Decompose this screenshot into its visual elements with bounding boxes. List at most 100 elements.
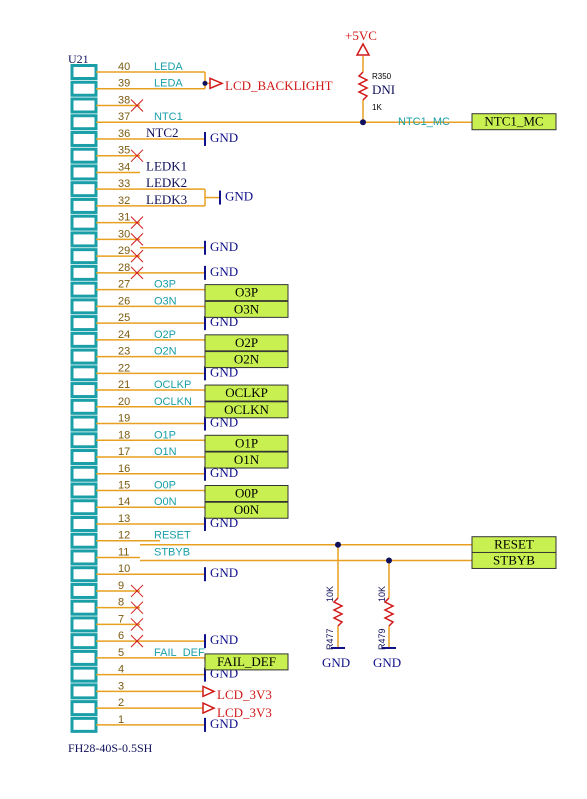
pin-name: FAIL_DEF bbox=[154, 647, 205, 659]
pin-number: 1 bbox=[118, 714, 124, 726]
connector-cell bbox=[70, 432, 98, 449]
connector-cell bbox=[70, 331, 98, 348]
pin-name: O2P bbox=[154, 329, 176, 341]
connector-cell bbox=[70, 214, 98, 231]
connector-cell bbox=[70, 515, 98, 532]
pin-name: NTC1 bbox=[154, 111, 183, 123]
r350-ref: R350 bbox=[372, 72, 392, 81]
pin-name: STBYB bbox=[154, 546, 190, 558]
connector-cell bbox=[70, 532, 98, 549]
component-ref: U21 bbox=[68, 52, 89, 66]
connector-cell bbox=[70, 465, 98, 482]
connector-cell bbox=[70, 566, 98, 583]
pin-name: NTC2 bbox=[146, 125, 179, 140]
pin-name: RESET bbox=[154, 530, 191, 542]
gnd-r477-label: GND bbox=[322, 655, 350, 670]
pin-number: 39 bbox=[118, 78, 130, 90]
lcd-3v3-label-1: LCD_3V3 bbox=[217, 687, 272, 702]
r479-value: 10K bbox=[377, 586, 387, 602]
connector-cell bbox=[70, 700, 98, 717]
r477-resistor bbox=[332, 597, 344, 627]
pin-number: 28 bbox=[118, 262, 130, 274]
port-reset-label: RESET bbox=[494, 537, 534, 552]
power-port-arrow bbox=[209, 77, 224, 90]
pin-number: 38 bbox=[118, 94, 130, 106]
pin-number: 34 bbox=[118, 161, 130, 173]
pin-number: 6 bbox=[118, 630, 124, 642]
pin-number: 7 bbox=[118, 613, 124, 625]
pin-name: O2N bbox=[154, 346, 177, 358]
r350-value: 1K bbox=[372, 103, 382, 112]
pin-number: 22 bbox=[118, 362, 130, 374]
pin-number: 5 bbox=[118, 647, 124, 659]
pin-number: 8 bbox=[118, 597, 124, 609]
lcd-3v3-label-2: LCD_3V3 bbox=[217, 705, 272, 720]
pin-number: 27 bbox=[118, 279, 130, 291]
pin-number: 35 bbox=[118, 145, 130, 157]
pin-number: 33 bbox=[118, 178, 130, 190]
pin-name: O0P bbox=[154, 480, 176, 492]
pin-number: 16 bbox=[118, 463, 130, 475]
connector-cell bbox=[70, 231, 98, 248]
connector-cell bbox=[70, 248, 98, 265]
connector-cell bbox=[70, 599, 98, 616]
pin-name: LEDA bbox=[154, 78, 183, 90]
connector-cell bbox=[70, 398, 98, 415]
pin-number: 17 bbox=[118, 446, 130, 458]
port-ntc1-mc-label: NTC1_MC bbox=[484, 114, 543, 129]
connector-cell bbox=[70, 633, 98, 650]
supply-5vc-symbol bbox=[355, 42, 371, 56]
lcd-backlight-label: LCD_BACKLIGHT bbox=[225, 78, 333, 93]
pin-number: 32 bbox=[118, 195, 130, 207]
pin-number: 21 bbox=[118, 379, 130, 391]
pin-name: O1P bbox=[154, 429, 176, 441]
port-oclkn-label: OCLKN bbox=[224, 402, 269, 417]
connector-cell bbox=[70, 549, 98, 566]
pin-name: O3P bbox=[154, 279, 176, 291]
pin-number: 40 bbox=[118, 61, 130, 73]
pin-number: 15 bbox=[118, 480, 130, 492]
r479-ref: R479 bbox=[377, 628, 387, 650]
pin-name: LEDK3 bbox=[146, 192, 187, 207]
connector-cell bbox=[70, 365, 98, 382]
port-o2p-label: O2P bbox=[235, 335, 258, 350]
pin-number: 3 bbox=[118, 680, 124, 692]
connector-cell bbox=[70, 64, 98, 80]
connector-cell bbox=[70, 582, 98, 599]
net-ntc1-mc-label: NTC1_MC bbox=[398, 116, 450, 128]
gnd-label: GND bbox=[210, 130, 238, 145]
pin-number: 30 bbox=[118, 228, 130, 240]
connector-cell bbox=[70, 666, 98, 683]
r350-resistor bbox=[357, 71, 369, 101]
r477-ref: R477 bbox=[325, 628, 335, 650]
connector-cell bbox=[70, 181, 98, 198]
connector-cell bbox=[70, 382, 98, 399]
gnd-label: GND bbox=[210, 264, 238, 279]
connector-cell bbox=[70, 315, 98, 332]
pin-number: 24 bbox=[118, 329, 130, 341]
pin-number: 13 bbox=[118, 513, 130, 525]
pin-name: O0N bbox=[154, 496, 177, 508]
pin-number: 31 bbox=[118, 212, 130, 224]
r350-dni: DNI bbox=[372, 82, 395, 97]
connector-cell bbox=[70, 449, 98, 466]
pin-name: OCLKP bbox=[154, 379, 191, 391]
pin-number: 25 bbox=[118, 312, 130, 324]
junction-dot bbox=[202, 80, 208, 86]
pin-number: 9 bbox=[118, 580, 124, 592]
connector-cell bbox=[70, 499, 98, 516]
supply-5vc-label: +5VC bbox=[345, 28, 377, 43]
pin-number: 18 bbox=[118, 429, 130, 441]
wires bbox=[140, 56, 472, 726]
pin-number: 37 bbox=[118, 111, 130, 123]
connector-cell bbox=[70, 147, 98, 164]
schematic-canvas: U21 FH28-40S-0.5SH 40 LEDA39 LEDA3837 NTC13… bbox=[68, 28, 557, 755]
connector-cell bbox=[70, 80, 98, 97]
power-port-arrow bbox=[202, 701, 216, 715]
pin-number: 2 bbox=[118, 697, 124, 709]
port-o0p-label: O0P bbox=[235, 486, 258, 501]
pin-name: O1N bbox=[154, 446, 177, 458]
pin-number: 14 bbox=[118, 496, 130, 508]
connector-cell bbox=[70, 281, 98, 298]
connector-cell bbox=[70, 130, 98, 147]
